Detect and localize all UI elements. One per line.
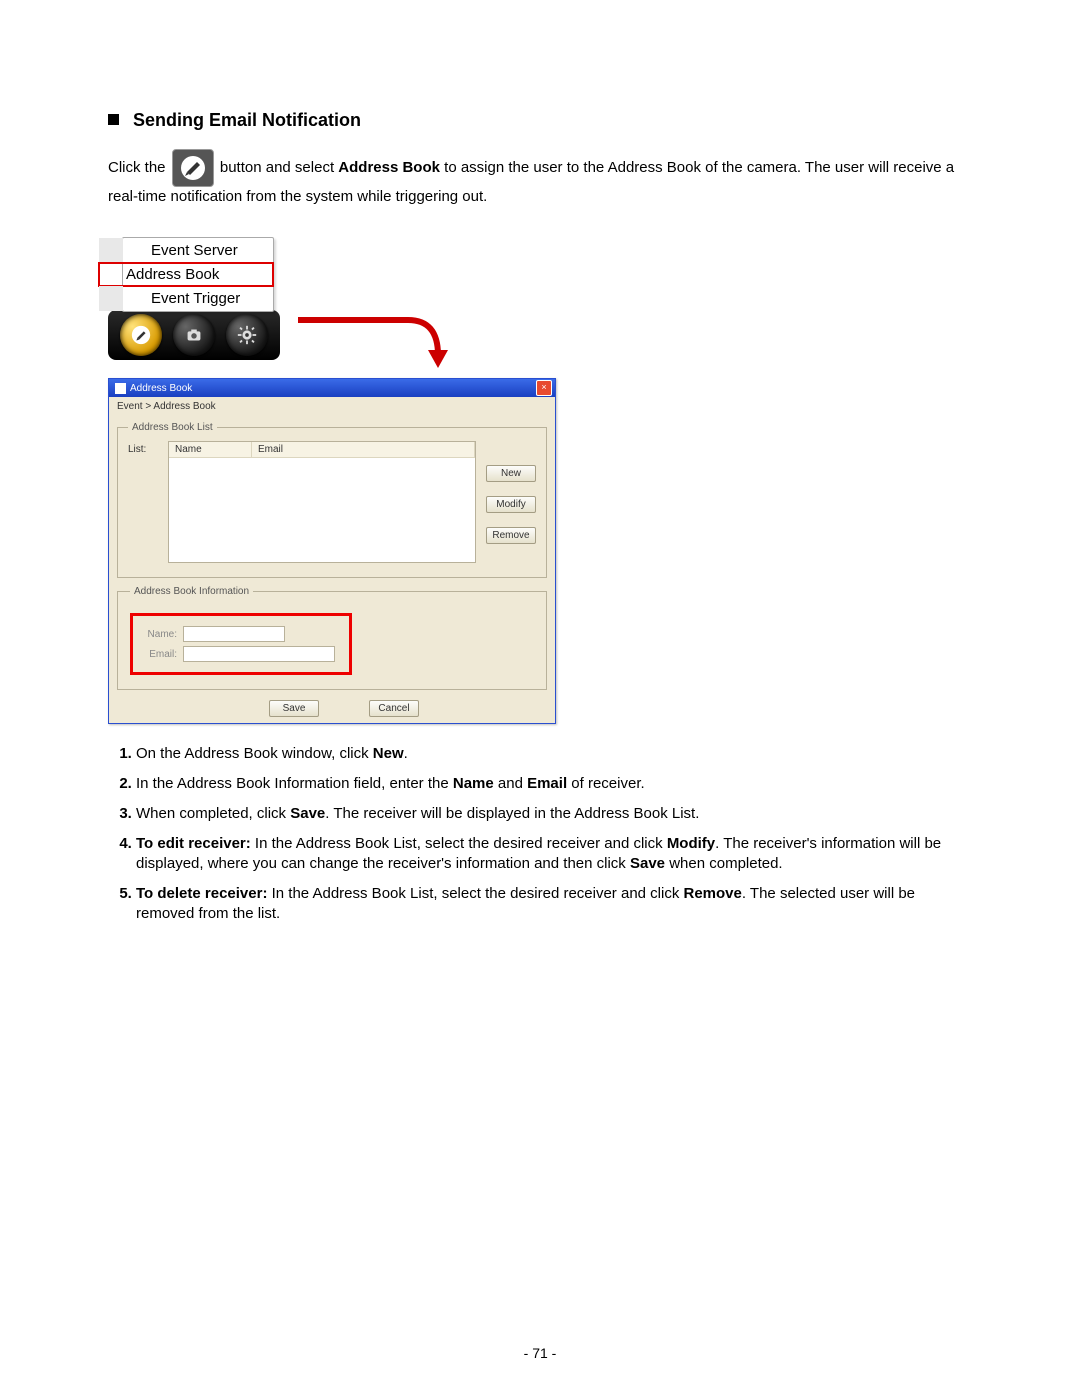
- new-button[interactable]: New: [486, 465, 536, 482]
- pencil-icon: [172, 149, 214, 187]
- step-5: To delete receiver: In the Address Book …: [136, 884, 972, 924]
- close-icon[interactable]: ×: [536, 380, 552, 396]
- toolbar: [108, 310, 280, 360]
- dialog-icon: [115, 383, 126, 394]
- step-3: When completed, click Save. The receiver…: [136, 804, 972, 824]
- list-button-column: New Modify Remove: [486, 441, 536, 563]
- toolbar-camera-button[interactable]: [173, 314, 215, 356]
- dialog-title: Address Book: [130, 383, 192, 394]
- email-label: Email:: [141, 649, 177, 660]
- menu-item-event-server[interactable]: Event Server: [99, 238, 273, 263]
- address-book-list-group: Address Book List List: Name Email New M…: [117, 422, 547, 578]
- email-input[interactable]: [183, 646, 335, 662]
- section-heading: Sending Email Notification: [108, 110, 972, 131]
- context-menu: Event Server Address Book Event Trigger: [122, 237, 274, 312]
- col-email: Email: [252, 442, 475, 457]
- bullet-icon: [108, 114, 119, 125]
- intro-text-1: Click the: [108, 159, 170, 176]
- intro-text-2: button and select: [220, 159, 338, 176]
- info-group-legend: Address Book Information: [130, 586, 253, 597]
- cancel-button[interactable]: Cancel: [369, 700, 419, 717]
- name-label: Name:: [141, 629, 177, 640]
- page-number: - 71 -: [0, 1345, 1080, 1361]
- highlighted-fields: Name: Email:: [130, 613, 352, 675]
- step-4: To edit receiver: In the Address Book Li…: [136, 834, 972, 874]
- intro-paragraph: Click the button and select Address Book…: [108, 149, 972, 207]
- list-group-legend: Address Book List: [128, 422, 217, 433]
- breadcrumb: Event > Address Book: [109, 397, 555, 416]
- toolbar-gear-button[interactable]: [226, 314, 268, 356]
- save-button[interactable]: Save: [269, 700, 319, 717]
- address-list[interactable]: Name Email: [168, 441, 476, 563]
- arrow-indicator: [108, 360, 972, 380]
- name-input[interactable]: [183, 626, 285, 642]
- menu-item-event-trigger[interactable]: Event Trigger: [99, 286, 273, 311]
- list-label: List:: [128, 441, 168, 563]
- dialog-bottom-buttons: Save Cancel: [269, 700, 555, 717]
- address-book-dialog: Address Book × Event > Address Book Addr…: [108, 378, 556, 724]
- menu-item-address-book[interactable]: Address Book: [98, 262, 274, 287]
- col-name: Name: [169, 442, 252, 457]
- step-2: In the Address Book Information field, e…: [136, 774, 972, 794]
- toolbar-pencil-button[interactable]: [120, 314, 162, 356]
- remove-button[interactable]: Remove: [486, 527, 536, 544]
- address-book-info-group: Address Book Information Name: Email:: [117, 586, 547, 690]
- heading-text: Sending Email Notification: [133, 110, 361, 130]
- instruction-list: On the Address Book window, click New. I…: [108, 744, 972, 924]
- intro-bold-address-book: Address Book: [338, 159, 440, 176]
- list-header: Name Email: [169, 442, 475, 458]
- modify-button[interactable]: Modify: [486, 496, 536, 513]
- step-1: On the Address Book window, click New.: [136, 744, 972, 764]
